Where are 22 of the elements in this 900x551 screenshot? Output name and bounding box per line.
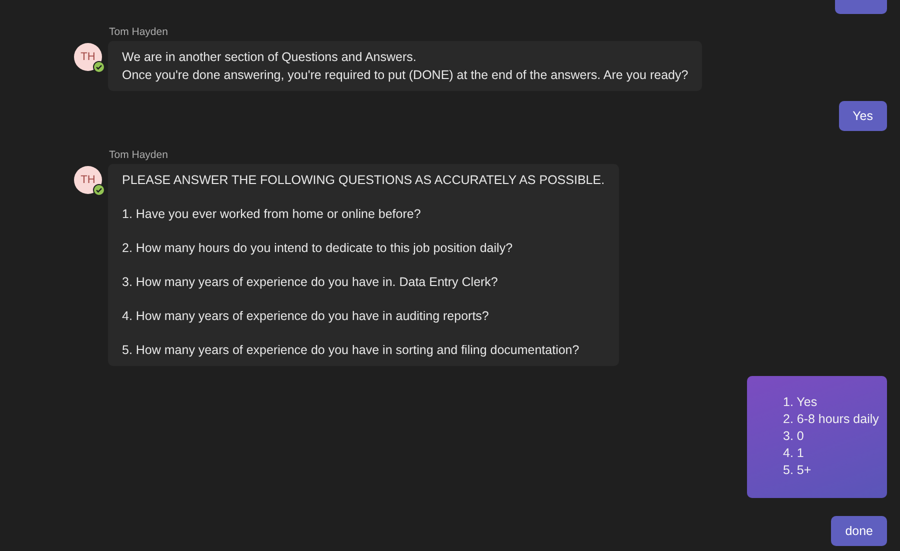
available-status-icon <box>93 61 105 73</box>
avatar[interactable]: TH <box>74 43 102 71</box>
answer-text: 1. Yes <box>783 394 818 411</box>
available-status-icon <box>93 184 105 196</box>
answer-text: 5. 5+ <box>783 462 812 479</box>
answer-text: 4. 1 <box>783 445 805 462</box>
sender-name: Tom Hayden <box>109 149 169 161</box>
message-bubble <box>835 0 887 14</box>
message-text: Once you're done answering, you're required to put (DONE) at the end of the answers. Are you ready? <box>122 67 688 84</box>
message-text: 5. How many years of experience do you have in sorting and filing documentation? <box>122 342 580 359</box>
answer-text: 2. 6-8 hours daily <box>783 411 877 428</box>
answer-text: 3. 0 <box>783 428 805 445</box>
message-bubble: done <box>831 516 887 546</box>
message-text: 3. How many years of experience do you have in. Data Entry Clerk? <box>122 274 499 291</box>
message-bubble: Yes <box>838 101 887 131</box>
message-text: PLEASE ANSWER THE FOLLOWING QUESTIONS AS ACCURATELY AS POSSIBLE. <box>122 172 605 189</box>
message-text: 1. Have you ever worked from home or online before? <box>122 206 422 223</box>
message-text: 4. How many years of experience do you have in auditing reports? <box>122 308 490 325</box>
sender-name: Tom Hayden <box>109 26 169 38</box>
message-text: 2. How many hours do you intend to dedicate to this job position daily? <box>122 240 514 257</box>
avatar[interactable]: TH <box>74 166 102 194</box>
message-text: We are in another section of Questions and Answers. <box>122 49 418 66</box>
